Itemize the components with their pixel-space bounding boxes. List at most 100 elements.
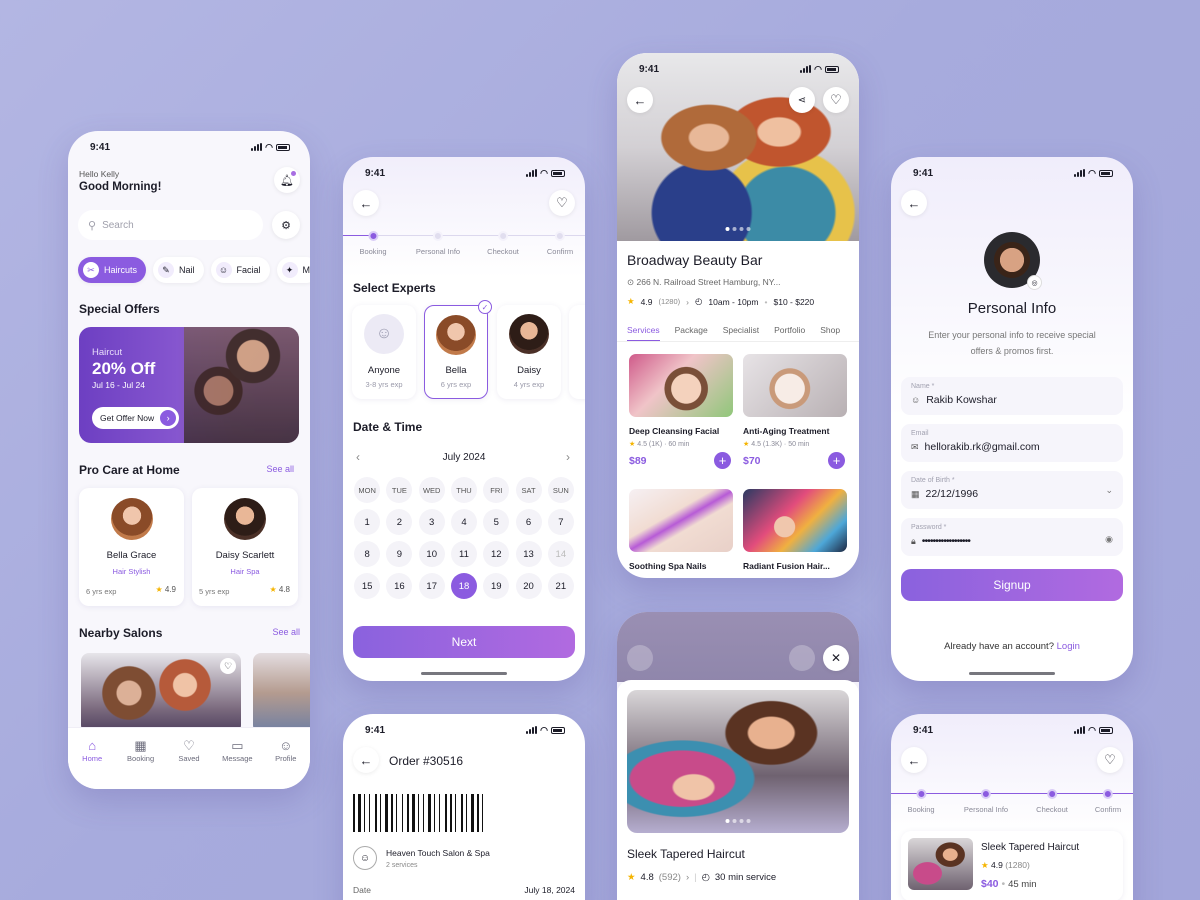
- password-field[interactable]: Password * 🔒︎ •••••••••••••••••• ◉: [901, 518, 1123, 556]
- profile-avatar[interactable]: ◎: [984, 232, 1042, 290]
- notification-button[interactable]: 🔔︎: [274, 167, 300, 193]
- calendar-day[interactable]: 3: [418, 509, 445, 535]
- calendar-day[interactable]: 10: [418, 541, 445, 567]
- expert-card[interactable]: Daisy Scarlett Hair Spa 5 yrs exp ★ 4.8: [192, 488, 298, 606]
- status-time: 9:41: [365, 167, 386, 179]
- expert-rating: ★ 4.9: [155, 585, 176, 594]
- calendar-day[interactable]: 20: [515, 573, 542, 599]
- calendar-day[interactable]: 9: [386, 541, 413, 567]
- salon-photo[interactable]: ♡: [81, 653, 241, 733]
- service-card[interactable]: Deep Cleansing Facial ★ 4.5 (1K) · 60 mi…: [629, 354, 733, 469]
- category-haircuts[interactable]: ✂ Haircuts: [78, 257, 147, 283]
- heart-icon[interactable]: ♡: [220, 658, 236, 674]
- tab-package[interactable]: Package: [675, 325, 708, 341]
- service-card[interactable]: Soothing Spa Nails: [629, 489, 733, 571]
- calendar-day[interactable]: 14: [547, 541, 574, 567]
- expert-option-daisy[interactable]: Daisy 4 yrs exp: [497, 305, 561, 399]
- close-button[interactable]: ✕: [823, 645, 849, 671]
- back-button[interactable]: ←: [627, 87, 653, 113]
- add-service-button[interactable]: +: [828, 452, 845, 469]
- calendar-day[interactable]: 4: [450, 509, 477, 535]
- service-card[interactable]: Anti-Aging Treatment ★ 4.5 (1.3K) · 50 m…: [743, 354, 847, 469]
- tab-home[interactable]: ⌂ Home: [72, 738, 112, 789]
- back-button[interactable]: ←: [901, 747, 927, 773]
- expert-option-anyone[interactable]: ☺ Anyone 3-8 yrs exp: [352, 305, 416, 399]
- search-input[interactable]: ⚲ Search: [78, 210, 263, 240]
- tab-booking[interactable]: ▦ Booking: [121, 738, 161, 789]
- service-price-line: $40 • 45 min: [981, 878, 1037, 890]
- page-title: Good Morning!: [79, 181, 162, 193]
- calendar-day[interactable]: 19: [483, 573, 510, 599]
- back-button[interactable]: ←: [901, 190, 927, 216]
- next-button[interactable]: Next: [353, 626, 575, 658]
- clock-icon: ◴: [694, 296, 703, 306]
- calendar-day[interactable]: 2: [386, 509, 413, 535]
- calendar-day[interactable]: 15: [354, 573, 381, 599]
- offer-banner[interactable]: Haircut 20% Off Jul 16 - Jul 24 Get Offe…: [79, 327, 299, 443]
- salon-photo[interactable]: [253, 653, 310, 733]
- back-button[interactable]: ←: [353, 190, 379, 216]
- email-field[interactable]: Email ✉ hellorakib.rk@gmail.com: [901, 424, 1123, 462]
- signup-button[interactable]: Signup: [901, 569, 1123, 601]
- tab-label: Message: [222, 754, 253, 763]
- back-button[interactable]: ←: [353, 747, 379, 773]
- tab-shop[interactable]: Shop: [820, 325, 840, 341]
- tab-specialist[interactable]: Specialist: [723, 325, 759, 341]
- chevron-down-icon[interactable]: ⌄: [1105, 485, 1113, 496]
- field-value: ••••••••••••••••••: [921, 535, 971, 547]
- add-service-button[interactable]: +: [714, 452, 731, 469]
- name-field[interactable]: Name * ☺ Rakib Kowshar: [901, 377, 1123, 415]
- tab-services[interactable]: Services: [627, 325, 660, 341]
- favorite-button[interactable]: ♡: [1097, 747, 1123, 773]
- calendar-day[interactable]: 12: [483, 541, 510, 567]
- see-all-nearby[interactable]: See all: [272, 627, 300, 637]
- calendar-day[interactable]: 8: [354, 541, 381, 567]
- login-link[interactable]: Login: [1057, 641, 1080, 652]
- tab-profile[interactable]: ☺ Profile: [266, 738, 306, 789]
- calendar-day[interactable]: 13: [515, 541, 542, 567]
- expert-card[interactable]: Bella Grace Hair Stylish 6 yrs exp ★ 4.9: [79, 488, 184, 606]
- favorite-button[interactable]: ♡: [823, 87, 849, 113]
- service-duration: 45 min: [1008, 879, 1037, 890]
- share-button-dimmed: [789, 645, 815, 671]
- category-makeup[interactable]: ✦ M: [276, 257, 310, 283]
- calendar-day[interactable]: 7: [547, 509, 574, 535]
- filter-button[interactable]: ⚙: [272, 211, 300, 239]
- category-nail[interactable]: ✎ Nail: [153, 257, 204, 283]
- favorite-button[interactable]: ♡: [549, 190, 575, 216]
- calendar-day[interactable]: 6: [515, 509, 542, 535]
- offer-discount: 20% Off: [92, 359, 156, 378]
- price-range: $10 - $220: [773, 296, 815, 307]
- service-name: Radiant Fusion Hair...: [743, 561, 830, 571]
- check-icon: ✓: [478, 300, 492, 314]
- step-confirm: Confirm: [1095, 789, 1121, 814]
- calendar-day[interactable]: 21: [547, 573, 574, 599]
- tab-saved[interactable]: ♡ Saved: [169, 738, 209, 789]
- rating-value: 4.9: [640, 296, 653, 307]
- service-card[interactable]: Radiant Fusion Hair...: [743, 489, 847, 571]
- profile-icon: ☺: [279, 738, 293, 753]
- category-list: ✂ Haircuts ✎ Nail ☺ Facial ✦ M: [78, 257, 310, 283]
- tab-message[interactable]: ▭ Message: [217, 738, 257, 789]
- category-facial[interactable]: ☺ Facial: [210, 257, 270, 283]
- get-offer-button[interactable]: Get Offer Now ›: [92, 407, 180, 429]
- calendar-day-selected[interactable]: 18: [450, 573, 477, 599]
- calendar-day[interactable]: 11: [450, 541, 477, 567]
- status-icons: ◠: [251, 142, 290, 153]
- share-button[interactable]: ⋖: [789, 87, 815, 113]
- next-month-button[interactable]: ›: [566, 450, 570, 464]
- calendar-day[interactable]: 17: [418, 573, 445, 599]
- eye-icon[interactable]: ◉: [1105, 534, 1113, 545]
- calendar-day[interactable]: 5: [483, 509, 510, 535]
- see-all-procare[interactable]: See all: [266, 464, 294, 474]
- camera-icon[interactable]: ◎: [1027, 275, 1042, 290]
- calendar-day[interactable]: 16: [386, 573, 413, 599]
- calendar-day[interactable]: 1: [354, 509, 381, 535]
- order-title: Order #30516: [389, 754, 464, 768]
- expert-option-bella[interactable]: ✓ Bella 6 yrs exp: [424, 300, 492, 399]
- dob-field[interactable]: Date of Birth * ▦ 22/12/1996 ⌄: [901, 471, 1123, 509]
- tab-portfolio[interactable]: Portfolio: [774, 325, 805, 341]
- service-summary-card[interactable]: Sleek Tapered Haircut ★ 4.9 (1280) $40 •…: [901, 831, 1123, 900]
- expert-option-more[interactable]: [569, 305, 585, 399]
- date-label: Date: [353, 885, 371, 895]
